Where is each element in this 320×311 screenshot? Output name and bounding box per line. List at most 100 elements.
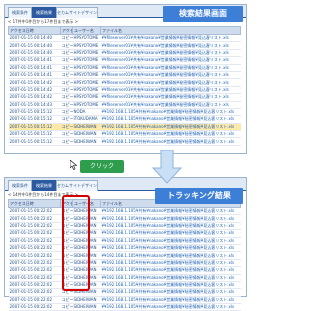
cell-file[interactable]: ¥¥192.168.1.105¥共有¥nakano¥営業情報¥秘密情報¥見込客リ… bbox=[100, 259, 241, 268]
cell-datetime: 2007-01-15 00:22:02 bbox=[8, 237, 61, 245]
cell-user: SIDHEIWAN bbox=[72, 130, 101, 139]
table-row[interactable]: 2007-01-15 00:15:12 コピー SIDHEIWAN ¥¥192.168… bbox=[8, 123, 241, 132]
cell-file[interactable]: ¥¥fileserver01¥共有¥nakano¥営業情報¥秘密情報¥見込客リス… bbox=[100, 34, 241, 43]
table-row[interactable]: 2007-01-15 00:22:02 コピー SIDHEIWAN ¥¥192.168… bbox=[8, 222, 241, 231]
cell-file[interactable]: ¥¥192.168.1.105¥共有¥nakano¥営業情報¥秘密情報¥見込客リ… bbox=[100, 266, 241, 275]
table-row[interactable]: 2007-01-15 00:22:02 コピー SIDHEIWAN ¥¥192.168… bbox=[8, 281, 241, 290]
table-row[interactable]: 2007-01-15 00:22:02 コピー SIDHEIWAN ¥¥192.168… bbox=[8, 244, 241, 253]
cell-file[interactable]: ¥¥192.168.1.105¥共有¥nakano¥営業情報¥秘密情報¥見込客リ… bbox=[100, 229, 241, 238]
cell-file[interactable]: ¥¥fileserver01¥共有¥nakano¥営業情報¥秘密情報¥見込客リス… bbox=[100, 101, 241, 109]
column-header-datetime[interactable]: アクセス日時 bbox=[8, 199, 61, 208]
tab-search-conditions[interactable]: 検索条件 bbox=[8, 180, 32, 191]
cell-datetime: 2007-01-15 00:14:41 bbox=[8, 56, 61, 65]
cell-file[interactable]: ¥¥192.168.1.105¥共有¥nakano¥営業情報¥秘密情報¥見込客リ… bbox=[100, 251, 241, 260]
cell-access: コピー bbox=[60, 78, 73, 87]
table-row[interactable]: 2007-01-15 00:14:40 コピー HPSYOTOME ¥¥fileser… bbox=[8, 34, 241, 43]
table-row[interactable]: 2007-01-15 00:22:02 コピー SIDHEIWAN ¥¥192.168… bbox=[8, 229, 241, 238]
cell-file[interactable]: ¥¥fileserver01¥共有¥nakano¥営業情報¥秘密情報¥見込客リス… bbox=[100, 41, 241, 50]
cell-user: SIDHEIWAN bbox=[72, 137, 101, 146]
column-header-access[interactable]: アクセス bbox=[60, 26, 73, 35]
table-header-row: アクセス日時 アクセス ユーザー名 ファイル名 bbox=[8, 26, 241, 35]
cell-datetime: 2007-01-15 00:22:02 bbox=[8, 266, 61, 275]
cell-file[interactable]: ¥¥fileserver01¥共有¥nakano¥営業情報¥秘密情報¥見込客リス… bbox=[100, 56, 241, 65]
cell-access: コピー bbox=[60, 130, 73, 139]
table-row[interactable]: 2007-01-15 00:22:02 コピー SIDHEIWAN ¥¥192.168… bbox=[8, 274, 241, 282]
tab-search-results[interactable]: 検索結果 bbox=[32, 180, 56, 191]
cell-file[interactable]: ¥¥192.168.1.105¥共有¥nakano¥営業情報¥秘密情報¥見込客リ… bbox=[100, 137, 241, 146]
cell-file[interactable]: ¥¥fileserver01¥共有¥nakano¥営業情報¥秘密情報¥見込客リス… bbox=[100, 49, 241, 58]
tab-search-conditions[interactable]: 検索条件 bbox=[8, 7, 32, 18]
column-header-user[interactable]: ユーザー名 bbox=[72, 26, 101, 35]
table-row[interactable]: 2007-01-15 00:14:41 コピー HPSYOTOME ¥¥fileser… bbox=[8, 64, 241, 72]
table-row[interactable]: 2007-01-15 00:14:42 コピー HPSYOTOME ¥¥fileser… bbox=[8, 93, 241, 102]
cell-file[interactable]: ¥¥192.168.1.105¥共有¥nakano¥営業情報¥秘密情報¥見込客リ… bbox=[100, 123, 241, 132]
cell-access: コピー bbox=[60, 137, 73, 146]
cell-datetime: 2007-01-15 00:22:02 bbox=[8, 222, 61, 231]
table-row[interactable]: 2007-01-15 00:22:02 コピー SIDHEIWAN ¥¥192.168… bbox=[8, 251, 241, 260]
cell-datetime: 2007-01-15 00:22:02 bbox=[8, 303, 61, 311]
cell-datetime: 2007-01-15 00:14:41 bbox=[8, 64, 61, 72]
table-row[interactable]: 2007-01-15 00:14:41 コピー HPSYOTOME ¥¥fileser… bbox=[8, 71, 241, 80]
table-row[interactable]: 2007-01-15 00:22:02 コピー SIDHEIWAN ¥¥192.168… bbox=[8, 266, 241, 275]
cell-file[interactable]: ¥¥192.168.1.105¥共有¥nakano¥営業情報¥秘密情報¥見込客リ… bbox=[100, 222, 241, 231]
table-row[interactable]: 2007-01-15 00:14:40 コピー HPSYOTOME ¥¥fileser… bbox=[8, 41, 241, 50]
cell-file[interactable]: ¥¥192.168.1.105¥共有¥nakano¥営業情報¥秘密情報¥見込客リ… bbox=[100, 115, 241, 124]
table-row[interactable]: 2007-01-15 00:15:12 コピー ITOKUDAMA ¥¥192.168… bbox=[8, 115, 241, 124]
cell-file[interactable]: ¥¥fileserver01¥共有¥nakano¥営業情報¥秘密情報¥見込客リス… bbox=[100, 86, 241, 95]
cell-file[interactable]: ¥¥192.168.1.105¥共有¥nakano¥営業情報¥秘密情報¥見込客リ… bbox=[100, 130, 241, 139]
cell-datetime: 2007-01-15 00:22:02 bbox=[8, 244, 61, 253]
cell-file[interactable]: ¥¥192.168.1.105¥共有¥nakano¥営業情報¥秘密情報¥見込客リ… bbox=[100, 281, 241, 290]
table-row[interactable]: 2007-01-15 00:15:12 コピー NODA ¥¥192.168.1.10… bbox=[8, 108, 241, 117]
table-row[interactable]: 2007-01-15 00:15:12 コピー SIDHEIWAN ¥¥192.168… bbox=[8, 130, 241, 139]
cell-access: コピー bbox=[60, 115, 73, 124]
cell-file[interactable]: ¥¥192.168.1.105¥共有¥nakano¥営業情報¥秘密情報¥見込客リ… bbox=[100, 108, 241, 117]
cell-user: HPSYOTOME bbox=[72, 71, 101, 80]
cell-file[interactable]: ¥¥fileserver01¥共有¥nakano¥営業情報¥秘密情報¥見込客リス… bbox=[100, 71, 241, 80]
cell-user: HPSYOTOME bbox=[72, 49, 101, 58]
table-row[interactable]: 2007-01-15 00:15:12 コピー SIDHEIWAN ¥¥192.168… bbox=[8, 137, 241, 146]
table-row[interactable]: 2007-01-15 00:22:02 コピー SIDHEIWAN ¥¥192.168… bbox=[8, 288, 241, 297]
cell-file[interactable]: ¥¥192.168.1.105¥共有¥nakano¥営業情報¥秘密情報¥見込客リ… bbox=[100, 288, 241, 297]
cell-datetime: 2007-01-15 00:14:42 bbox=[8, 78, 61, 87]
table-row[interactable]: 2007-01-15 00:22:02 コピー SIDHEIWAN ¥¥192.168… bbox=[8, 237, 241, 245]
search-results-table: アクセス日時 アクセス ユーザー名 ファイル名 2007-01-15 00:14… bbox=[8, 26, 241, 146]
cell-user: HPSYOTOME bbox=[72, 93, 101, 102]
table-row[interactable]: 2007-01-15 00:22:02 コピー SIDHEIWAN ¥¥192.168… bbox=[8, 259, 241, 268]
click-callout: クリック bbox=[80, 160, 124, 173]
tab-site-design[interactable]: セカムサイトデザイン bbox=[56, 180, 98, 191]
cell-access: コピー bbox=[60, 34, 73, 43]
column-header-file[interactable]: ファイル名 bbox=[100, 26, 241, 35]
cell-datetime: 2007-01-15 00:22:02 bbox=[8, 214, 61, 223]
search-results-body: 2007-01-15 00:14:40 コピー HPSYOTOME ¥¥fileser… bbox=[8, 34, 241, 146]
cell-file[interactable]: ¥¥192.168.1.105¥共有¥nakano¥営業情報¥秘密情報¥見込客リ… bbox=[100, 303, 241, 311]
cell-user: HPSYOTOME bbox=[72, 56, 101, 65]
cell-user: HPSYOTOME bbox=[72, 86, 101, 95]
cell-user: HPSYOTOME bbox=[72, 34, 101, 43]
cell-file[interactable]: ¥¥192.168.1.105¥共有¥nakano¥営業情報¥秘密情報¥見込客リ… bbox=[100, 244, 241, 253]
tab-search-results[interactable]: 検索結果 bbox=[32, 7, 56, 18]
cell-file[interactable]: ¥¥fileserver01¥共有¥nakano¥営業情報¥秘密情報¥見込客リス… bbox=[100, 78, 241, 87]
cell-datetime: 2007-01-15 00:22:02 bbox=[8, 281, 61, 290]
cell-user: HPSYOTOME bbox=[72, 101, 101, 109]
table-row[interactable]: 2007-01-15 00:14:43 コピー HPSYOTOME ¥¥fileser… bbox=[8, 101, 241, 109]
cell-file[interactable]: ¥¥192.168.1.105¥共有¥nakano¥営業情報¥秘密情報¥見込客リ… bbox=[100, 237, 241, 245]
table-row[interactable]: 2007-01-15 00:22:02 コピー SIDHEIWAN ¥¥192.168… bbox=[8, 214, 241, 223]
table-row[interactable]: 2007-01-15 00:14:42 コピー HPSYOTOME ¥¥fileser… bbox=[8, 78, 241, 87]
cell-file[interactable]: ¥¥fileserver01¥共有¥nakano¥営業情報¥秘密情報¥見込客リス… bbox=[100, 64, 241, 72]
table-row[interactable]: 2007-01-15 00:22:02 コピー SIDHEIWAN ¥¥192.168… bbox=[8, 207, 241, 216]
cell-datetime: 2007-01-15 00:22:02 bbox=[8, 229, 61, 238]
cell-file[interactable]: ¥¥192.168.1.105¥共有¥nakano¥営業情報¥秘密情報¥見込客リ… bbox=[100, 274, 241, 282]
cell-datetime: 2007-01-15 00:22:02 bbox=[8, 274, 61, 282]
table-row[interactable]: 2007-01-15 00:14:41 コピー HPSYOTOME ¥¥fileser… bbox=[8, 56, 241, 65]
table-row[interactable]: 2007-01-15 00:22:02 コピー SIDHEIWAN ¥¥192.168… bbox=[8, 303, 241, 311]
table-row[interactable]: 2007-01-15 00:14:42 コピー HPSYOTOME ¥¥fileser… bbox=[8, 86, 241, 95]
tab-site-design[interactable]: セカムサイトデザイン bbox=[56, 7, 98, 18]
cell-file[interactable]: ¥¥192.168.1.105¥共有¥nakano¥営業情報¥秘密情報¥見込客リ… bbox=[100, 207, 241, 216]
cell-access: コピー bbox=[60, 123, 73, 132]
column-header-datetime[interactable]: アクセス日時 bbox=[8, 26, 61, 35]
cell-datetime: 2007-01-15 00:15:12 bbox=[8, 130, 61, 139]
table-row[interactable]: 2007-01-15 00:14:40 コピー HPSYOTOME ¥¥fileser… bbox=[8, 49, 241, 58]
cell-file[interactable]: ¥¥fileserver01¥共有¥nakano¥営業情報¥秘密情報¥見込客リス… bbox=[100, 93, 241, 102]
tracking-results-banner: トラッキング結果 bbox=[155, 188, 243, 204]
cell-file[interactable]: ¥¥192.168.1.105¥共有¥nakano¥営業情報¥秘密情報¥見込客リ… bbox=[100, 214, 241, 223]
